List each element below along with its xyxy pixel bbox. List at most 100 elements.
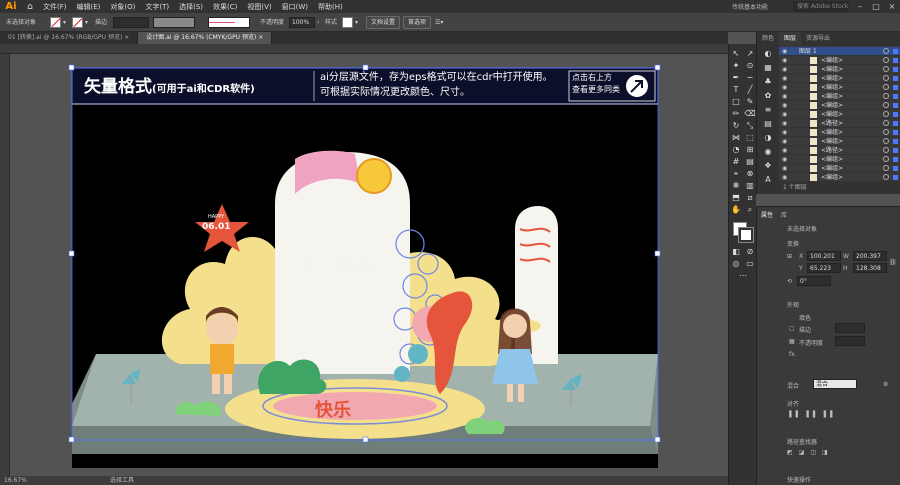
horizontal-ruler[interactable] <box>0 44 728 54</box>
pen-tool-icon[interactable]: ✒ <box>729 72 743 83</box>
home-icon[interactable]: ⌂ <box>22 2 38 12</box>
tab-color[interactable]: 颜色 <box>757 32 779 46</box>
color-panel-icon[interactable]: ◐ <box>761 48 775 59</box>
draw-mode-icon[interactable]: ◎ <box>729 258 743 269</box>
eye-icon[interactable]: ◉ <box>782 119 787 128</box>
shape-builder-icon[interactable]: ◔ <box>729 144 743 155</box>
eye-icon[interactable]: ◉ <box>782 83 787 92</box>
gradient-tool-icon[interactable]: ▤ <box>743 156 757 167</box>
layer-row[interactable]: ◉ <编组> <box>779 74 900 83</box>
stock-search-input[interactable]: 搜索 Adobe Stock <box>793 1 849 12</box>
stroke-label[interactable]: 描边 <box>95 17 107 28</box>
document-setup-button[interactable]: 文档设置 <box>366 16 400 29</box>
screen-mode-icon[interactable]: ▭ <box>743 258 757 269</box>
graphic-styles-icon[interactable]: ❖ <box>761 160 775 171</box>
stroke-weight-field[interactable] <box>113 17 149 28</box>
layer-row[interactable]: ◉ <编组> <box>779 110 900 119</box>
layer-row[interactable]: ◉ <路径> <box>779 146 900 155</box>
eyedropper-icon[interactable]: ⌖ <box>729 168 743 179</box>
tab-asset-export[interactable]: 资源导出 <box>801 32 835 46</box>
fill-swatch[interactable] <box>50 17 61 28</box>
chevron-down-icon[interactable]: ▾ <box>63 17 66 28</box>
menu-object[interactable]: 对象(O) <box>105 2 140 12</box>
layer-row[interactable]: ◉ <编组> <box>779 173 900 182</box>
eye-icon[interactable]: ◉ <box>782 128 787 137</box>
width-tool-icon[interactable]: ⋈ <box>729 132 743 143</box>
w-field[interactable]: 200.397 <box>853 251 887 261</box>
align-icons[interactable]: ▐▌▐▌▐▌ <box>787 411 839 418</box>
blend-mode-select[interactable]: 混合 <box>813 379 857 389</box>
perspective-grid-icon[interactable]: ⊞ <box>743 144 757 155</box>
tab-document-1[interactable]: 01 [转换].ai @ 16.67% (RGB/GPU 预览) × <box>0 32 139 44</box>
menu-effect[interactable]: 效果(C) <box>208 2 242 12</box>
variable-width-profile[interactable] <box>153 17 195 28</box>
fx-button[interactable]: fx. <box>789 351 797 358</box>
layer-row[interactable]: ◉ <路径> <box>779 119 900 128</box>
opacity-field[interactable]: 100% <box>289 17 315 28</box>
angle-field[interactable]: 0° <box>797 276 831 286</box>
paintbrush-icon[interactable]: ✎ <box>743 96 757 107</box>
layer-row[interactable]: ◉ <编组> <box>779 101 900 110</box>
zoom-level[interactable]: 16.67% <box>4 476 27 485</box>
reference-point-icon[interactable]: ⊞ <box>787 253 792 260</box>
menu-type[interactable]: 文字(T) <box>140 2 174 12</box>
eye-icon[interactable]: ◉ <box>782 65 787 74</box>
direct-selection-tool-icon[interactable]: ↗ <box>743 48 757 59</box>
curvature-tool-icon[interactable]: ∽ <box>743 72 757 83</box>
selection-tool-icon[interactable]: ↖ <box>729 48 743 59</box>
stroke-color-box[interactable] <box>738 227 754 243</box>
eye-icon[interactable]: ◉ <box>782 74 787 83</box>
eye-icon[interactable]: ◉ <box>782 56 787 65</box>
rectangle-tool-icon[interactable]: □ <box>729 96 743 107</box>
eye-icon[interactable]: ◉ <box>782 47 787 56</box>
chevron-right-icon[interactable]: › <box>317 17 319 28</box>
minimize-icon[interactable]: – <box>852 0 868 13</box>
magic-wand-icon[interactable]: ✦ <box>729 60 743 71</box>
appearance-panel-icon[interactable]: ◉ <box>761 146 775 157</box>
eye-icon[interactable]: ◉ <box>782 110 787 119</box>
artwork[interactable]: 儿童节快乐 快乐 <box>10 54 728 476</box>
line-tool-icon[interactable]: ╱ <box>743 84 757 95</box>
pencil-tool-icon[interactable]: ✏ <box>729 108 743 119</box>
tab-document-2[interactable]: 设计图.ai @ 16.67% (CMYK/GPU 预览) × <box>138 32 273 44</box>
layer-row[interactable]: ◉ <编组> <box>779 128 900 137</box>
layer-row[interactable]: ◉ <编组> <box>779 155 900 164</box>
x-field[interactable]: 100.201 <box>807 251 841 261</box>
menu-view[interactable]: 视图(V) <box>242 2 276 12</box>
tab-properties[interactable]: 属性 <box>761 210 773 219</box>
menu-help[interactable]: 帮助(H) <box>313 2 348 12</box>
menu-file[interactable]: 文件(F) <box>38 2 72 12</box>
eye-icon[interactable]: ◉ <box>782 155 787 164</box>
y-field[interactable]: 65.223 <box>807 263 841 273</box>
artboard-tool-icon[interactable]: ⬒ <box>729 192 743 203</box>
layer-row[interactable]: ◉ <编组> <box>779 92 900 101</box>
layer-row[interactable]: ◉ <编组> <box>779 137 900 146</box>
opacity-field[interactable] <box>835 336 865 346</box>
color-mode-icon[interactable]: ◧ <box>729 246 743 257</box>
blend-options-icon[interactable]: ⚙ <box>883 381 888 388</box>
graph-tool-icon[interactable]: ▥ <box>743 180 757 191</box>
tab-libraries[interactable]: 库 <box>781 210 787 219</box>
close-tab-icon[interactable]: × <box>124 34 129 41</box>
link-icon[interactable]: ⛓ <box>889 259 897 266</box>
brush-definition[interactable]: 100% <box>208 17 250 36</box>
stroke-swatch[interactable] <box>72 17 83 28</box>
menu-select[interactable]: 选择(S) <box>174 2 208 12</box>
canvas-area[interactable]: 儿童节快乐 快乐 矢量格式(可用于ai和CDR软件) ai分层源文件，存为eps… <box>10 54 728 476</box>
preferences-button[interactable]: 首选项 <box>403 16 431 29</box>
symbol-sprayer-icon[interactable]: ❋ <box>729 180 743 191</box>
free-transform-icon[interactable]: ⬚ <box>743 132 757 143</box>
eye-icon[interactable]: ◉ <box>782 164 787 173</box>
close-icon[interactable]: × <box>884 0 900 13</box>
more-tools-icon[interactable]: ⋯ <box>736 270 750 281</box>
chevron-down-icon[interactable]: ▾ <box>355 17 358 28</box>
menu-window[interactable]: 窗口(W) <box>277 2 313 12</box>
zoom-tool-icon[interactable]: ⌕ <box>743 204 757 215</box>
h-field[interactable]: 128.308 <box>853 263 887 273</box>
arrange-documents-icon[interactable]: ☰▾ <box>435 17 443 28</box>
stroke-weight-field[interactable] <box>835 323 865 333</box>
pathfinder-icons[interactable]: ◩◪◫◨ <box>787 449 834 456</box>
stroke-swatch-icon[interactable]: ▢ <box>789 325 795 332</box>
layer-row[interactable]: ◉ <编组> <box>779 164 900 173</box>
type-panel-icon[interactable]: A <box>761 174 775 185</box>
